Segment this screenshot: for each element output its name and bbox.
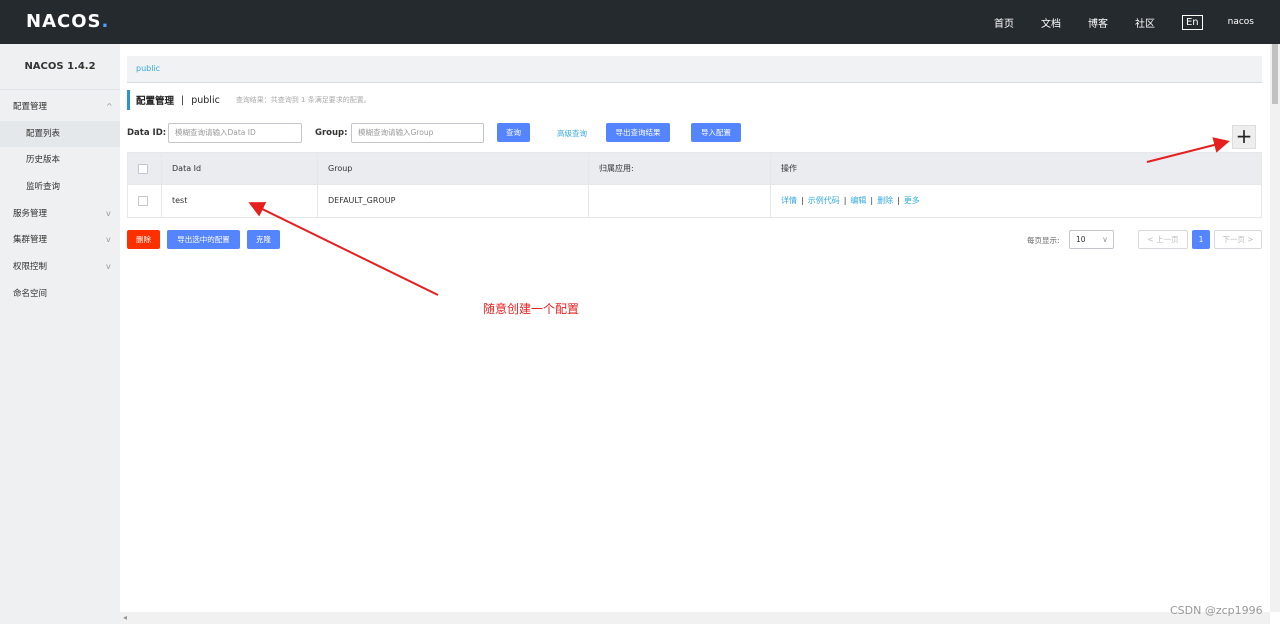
op-separator: | <box>843 196 847 205</box>
sidebar: NACOS 1.4.2 配置管理 ^ 配置列表 历史版本 监听查询 服务管理 v… <box>0 44 120 624</box>
next-page-button[interactable]: 下一页 > <box>1214 230 1262 249</box>
table-row: test DEFAULT_GROUP 详情 | 示例代码 | 编辑 | 删除 | 更多 <box>128 185 1261 217</box>
nav-docs-link[interactable]: 文档 <box>1041 15 1061 30</box>
scrollbar-thumb[interactable] <box>1272 44 1278 104</box>
current-page-button[interactable]: 1 <box>1192 230 1210 249</box>
op-edit-link[interactable]: 编辑 <box>850 196 866 205</box>
op-separator: | <box>870 196 874 205</box>
data-id-label: Data ID: <box>127 128 167 138</box>
sidebar-item-label: 历史版本 <box>26 155 61 166</box>
logo-text: NACOS <box>26 11 102 32</box>
logo-dot: . <box>101 11 110 32</box>
horizontal-scrollbar[interactable]: ◂ <box>120 612 1270 624</box>
table-footer: 删除 导出选中的配置 克隆 每页显示: 10 ∨ < 上一页 1 下一页 > <box>127 230 1267 250</box>
header-data-id: Data Id <box>162 153 318 184</box>
chevron-down-icon: ∨ <box>1102 235 1108 244</box>
sidebar-item-label: 配置管理 <box>13 102 48 112</box>
query-result-hint: 查询结果：共查询到 1 条满足要求的配置。 <box>235 96 371 104</box>
chevron-up-icon: ^ <box>106 102 113 111</box>
search-bar: Data ID: 模糊查询请输入Data ID Group: 模糊查询请输入Gr… <box>127 123 1267 143</box>
delete-button[interactable]: 删除 <box>127 230 160 249</box>
sidebar-item-label: 监听查询 <box>26 182 61 193</box>
cell-group: DEFAULT_GROUP <box>318 185 589 217</box>
namespace-tab-public[interactable]: public <box>136 64 160 73</box>
add-config-button[interactable]: + <box>1232 125 1256 149</box>
cell-operations: 详情 | 示例代码 | 编辑 | 删除 | 更多 <box>771 185 1261 217</box>
page-size-label: 每页显示: <box>1027 236 1060 245</box>
export-query-results-button[interactable]: 导出查询结果 <box>606 123 670 142</box>
sidebar-version: NACOS 1.4.2 <box>0 44 120 90</box>
chevron-down-icon: v <box>106 208 111 218</box>
config-table: Data Id Group 归属应用: 操作 test DEFAULT_GROU… <box>127 152 1262 218</box>
clone-button[interactable]: 克隆 <box>247 230 280 249</box>
sidebar-item-label: 权限控制 <box>13 262 48 273</box>
header-group: Group <box>318 153 589 184</box>
nav-blog-link[interactable]: 博客 <box>1088 15 1108 30</box>
user-name[interactable]: nacos <box>1228 17 1254 27</box>
op-separator: | <box>801 196 804 205</box>
sidebar-item-cluster-management[interactable]: 集群管理 v <box>0 227 120 254</box>
sidebar-item-label: 集群管理 <box>13 235 48 246</box>
namespace-bar: public <box>127 56 1262 83</box>
annotation-text: 随意创建一个配置 <box>483 302 580 316</box>
page-size-select[interactable]: 10 ∨ <box>1069 230 1114 249</box>
row-checkbox-cell <box>128 185 162 217</box>
advanced-query-link[interactable]: 高级查询 <box>557 128 587 139</box>
table-header-row: Data Id Group 归属应用: 操作 <box>128 153 1261 185</box>
main-content: public 配置管理 | public 查询结果：共查询到 1 条满足要求的配… <box>120 44 1270 612</box>
op-more-link[interactable]: 更多 <box>904 196 920 205</box>
chevron-down-icon: v <box>106 235 111 245</box>
scroll-left-icon[interactable]: ◂ <box>123 613 127 622</box>
page-size-value: 10 <box>1076 235 1086 244</box>
sidebar-item-config-management[interactable]: 配置管理 ^ <box>0 94 120 121</box>
sidebar-item-label: 配置列表 <box>26 128 61 139</box>
sidebar-item-namespace[interactable]: 命名空间 <box>0 281 120 308</box>
title-separator: | <box>181 94 185 106</box>
prev-page-button[interactable]: < 上一页 <box>1138 230 1188 249</box>
page-title-text: 配置管理 <box>136 96 175 107</box>
row-checkbox[interactable] <box>138 195 148 206</box>
page-title-namespace: public <box>191 94 220 106</box>
sidebar-item-history[interactable]: 历史版本 <box>0 147 120 174</box>
sidebar-item-config-list[interactable]: 配置列表 <box>0 120 120 148</box>
op-separator: | <box>897 196 900 205</box>
group-input[interactable]: 模糊查询请输入Group <box>351 123 484 143</box>
sidebar-item-label: 服务管理 <box>13 208 48 219</box>
sidebar-item-label: 命名空间 <box>13 288 48 299</box>
cell-app <box>589 185 771 217</box>
sidebar-item-access-control[interactable]: 权限控制 v <box>0 254 120 281</box>
nacos-logo[interactable]: NACOS. <box>26 11 109 32</box>
import-config-button[interactable]: 导入配置 <box>691 123 741 142</box>
query-button[interactable]: 查询 <box>497 123 530 142</box>
page-title: 配置管理 | public 查询结果：共查询到 1 条满足要求的配置。 <box>127 90 371 110</box>
top-navbar: NACOS. 首页 文档 博客 社区 En nacos <box>0 0 1280 44</box>
op-detail-link[interactable]: 详情 <box>781 196 797 205</box>
header-operations: 操作 <box>781 164 797 173</box>
vertical-scrollbar[interactable] <box>1270 44 1280 612</box>
nav-home-link[interactable]: 首页 <box>994 15 1014 30</box>
chevron-down-icon: v <box>106 262 111 272</box>
data-id-input[interactable]: 模糊查询请输入Data ID <box>168 123 302 143</box>
header-checkbox-cell <box>128 153 162 184</box>
nav-community-link[interactable]: 社区 <box>1135 15 1155 30</box>
cell-data-id: test <box>162 185 318 217</box>
op-delete-link[interactable]: 删除 <box>877 196 893 205</box>
sidebar-item-listener-query[interactable]: 监听查询 <box>0 174 120 201</box>
header-app: 归属应用: <box>589 153 771 184</box>
group-label: Group: <box>315 128 348 138</box>
op-sample-code-link[interactable]: 示例代码 <box>808 196 840 205</box>
language-switch[interactable]: En <box>1181 14 1203 30</box>
select-all-checkbox[interactable] <box>138 163 148 174</box>
csdn-watermark: CSDN @zcp1996 <box>1170 604 1263 617</box>
export-selected-button[interactable]: 导出选中的配置 <box>167 230 240 249</box>
sidebar-item-service-management[interactable]: 服务管理 v <box>0 201 120 228</box>
top-nav-links: 首页 文档 博客 社区 En nacos <box>994 0 1280 44</box>
